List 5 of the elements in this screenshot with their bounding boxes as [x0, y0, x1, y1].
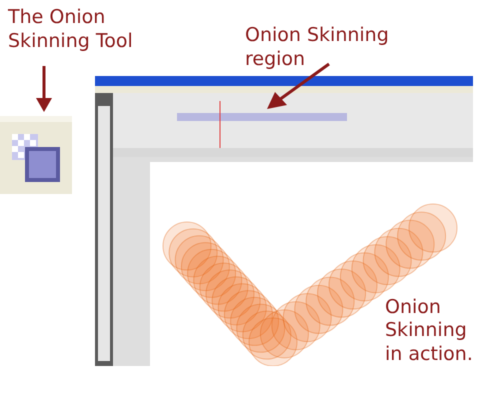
down-arrow: [34, 66, 54, 112]
callout-text: Onion Skinning in action.: [385, 296, 474, 367]
callout-text: The Onion Skinning Tool: [7, 6, 134, 54]
onion-skin-icon[interactable]: [11, 132, 61, 182]
callout-text: Onion Skinning region: [245, 24, 390, 72]
